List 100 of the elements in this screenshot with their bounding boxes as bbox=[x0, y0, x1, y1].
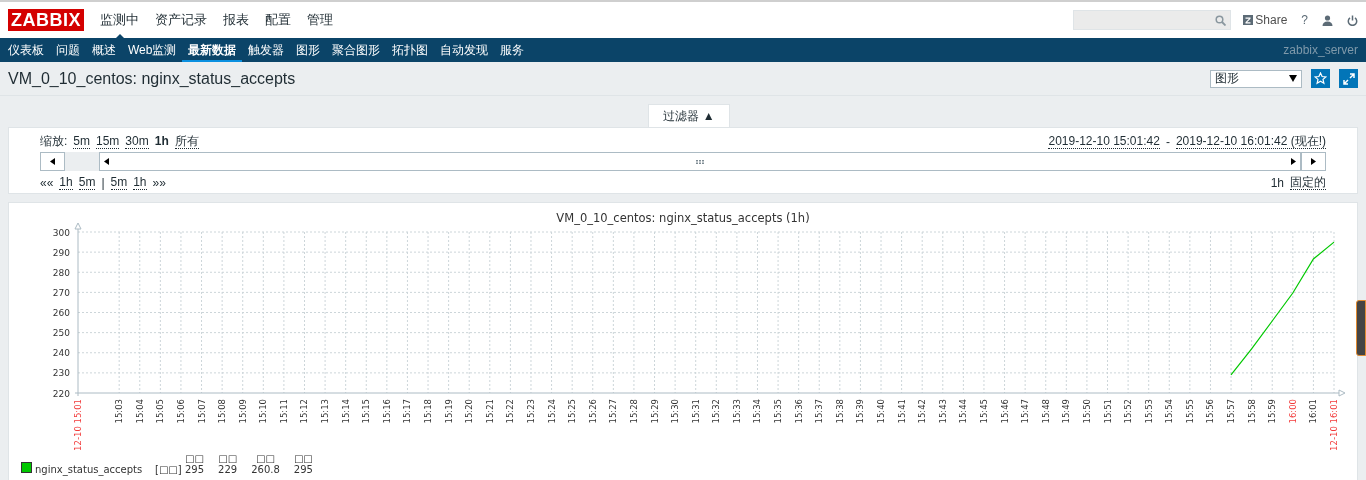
server-name: zabbix_server bbox=[1283, 43, 1358, 57]
stat-header: □□ bbox=[218, 453, 238, 464]
z-logo-icon bbox=[1243, 15, 1254, 25]
subnav-item[interactable]: 仪表板 bbox=[2, 38, 50, 62]
step-back-link[interactable]: 5m bbox=[78, 175, 96, 190]
subnav-item[interactable]: 触发器 bbox=[242, 38, 291, 62]
x-tick-label: 15:10 bbox=[258, 399, 269, 424]
x-tick-label: 15:20 bbox=[464, 399, 475, 424]
stat-value: 229 bbox=[218, 464, 238, 475]
x-tick-label: 15:49 bbox=[1061, 399, 1072, 424]
x-tick-label: 15:16 bbox=[381, 399, 392, 424]
sign-out-button[interactable] bbox=[1347, 14, 1358, 26]
x-tick-label: 15:26 bbox=[587, 399, 598, 424]
zoom-link[interactable]: 所有 bbox=[174, 134, 199, 149]
x-tick-label: 15:46 bbox=[999, 399, 1010, 424]
period-text: 1h bbox=[1270, 175, 1284, 190]
x-tick-label: 15:31 bbox=[690, 399, 701, 424]
x-tick-label: 15:54 bbox=[1164, 399, 1175, 424]
y-tick-label: 290 bbox=[52, 247, 70, 258]
search-field[interactable] bbox=[1073, 10, 1232, 30]
subnav-item[interactable]: 图形 bbox=[290, 38, 327, 62]
x-tick-label: 15:29 bbox=[649, 399, 660, 424]
subnav-item[interactable]: 问题 bbox=[50, 38, 86, 62]
link-divider: | bbox=[101, 175, 105, 190]
x-tick-label: 15:39 bbox=[855, 399, 866, 424]
step-forward-link[interactable]: 1h bbox=[133, 175, 147, 190]
subnav-item[interactable]: 聚合图形 bbox=[326, 38, 387, 62]
x-tick-label: 15:17 bbox=[402, 399, 413, 424]
x-tick-label: 15:48 bbox=[1040, 399, 1051, 424]
stat-header: □□ bbox=[185, 453, 204, 464]
subnav-item[interactable]: 拓扑图 bbox=[386, 38, 435, 62]
menu-item[interactable]: 监测中 bbox=[92, 3, 147, 37]
x-tick-label: 15:55 bbox=[1184, 399, 1195, 424]
x-tick-label: 12-10 16:01 bbox=[1329, 399, 1339, 451]
y-tick-label: 250 bbox=[52, 328, 70, 339]
menu-item[interactable]: 配置 bbox=[257, 3, 299, 37]
stat-header: □□ bbox=[256, 453, 275, 464]
view-select[interactable]: 图形 bbox=[1210, 69, 1302, 88]
user-profile-button[interactable] bbox=[1322, 14, 1333, 26]
menu-item[interactable]: 资产记录 bbox=[147, 3, 215, 37]
x-tick-label: 15:25 bbox=[567, 399, 578, 424]
menu-item[interactable]: 报表 bbox=[215, 3, 257, 37]
range-separator: - bbox=[1165, 134, 1170, 149]
x-tick-label: 15:32 bbox=[711, 399, 722, 424]
y-tick-label: 300 bbox=[52, 227, 70, 238]
favorite-button[interactable] bbox=[1311, 69, 1330, 88]
x-tick-label: 15:06 bbox=[175, 399, 186, 424]
x-tick-label: 15:13 bbox=[320, 399, 331, 424]
x-tick-label: 16:00 bbox=[1287, 399, 1298, 424]
x-tick-label: 15:27 bbox=[608, 399, 619, 424]
forward-link[interactable]: »» bbox=[152, 175, 166, 190]
stat-value: 260.8 bbox=[251, 464, 280, 475]
zoom-link[interactable]: 1h bbox=[154, 134, 169, 149]
share-link[interactable]: Share bbox=[1243, 13, 1288, 27]
zoom-link[interactable]: 30m bbox=[125, 134, 149, 149]
end-time-link[interactable]: 2019-12-10 16:01:42 (现在!) bbox=[1175, 134, 1326, 149]
x-tick-label: 12-10 15:01 bbox=[73, 399, 83, 451]
search-icon bbox=[1215, 14, 1227, 26]
x-tick-label: 15:35 bbox=[773, 399, 784, 424]
x-tick-label: 15:51 bbox=[1102, 399, 1113, 424]
left-arrow-icon bbox=[50, 158, 55, 165]
back-link[interactable]: «« bbox=[40, 175, 54, 190]
subnav-item[interactable]: 概述 bbox=[86, 38, 122, 62]
subnav-item[interactable]: 自动发现 bbox=[434, 38, 495, 62]
scroll-left-button[interactable] bbox=[40, 152, 65, 171]
x-tick-label: 15:05 bbox=[155, 399, 166, 424]
left-arrow-icon bbox=[104, 158, 109, 165]
x-tick-label: 15:07 bbox=[196, 399, 207, 424]
stat-header: □□ bbox=[293, 453, 313, 464]
legend-function: [□□] bbox=[155, 464, 183, 475]
scroll-right-button[interactable] bbox=[1301, 152, 1326, 171]
time-scrollbar[interactable] bbox=[99, 152, 1301, 171]
subnav-item[interactable]: 最新数据 bbox=[182, 38, 243, 62]
step-forward-link[interactable]: 5m bbox=[110, 175, 128, 190]
fullscreen-button[interactable] bbox=[1339, 69, 1358, 88]
subnav-item[interactable]: Web监测 bbox=[122, 38, 183, 62]
x-tick-label: 15:58 bbox=[1246, 399, 1257, 424]
step-back-link[interactable]: 1h bbox=[59, 175, 73, 190]
x-tick-label: 15:22 bbox=[505, 399, 516, 424]
subnav-item[interactable]: 服务 bbox=[494, 38, 531, 62]
x-tick-label: 15:42 bbox=[917, 399, 928, 424]
x-tick-label: 15:41 bbox=[896, 399, 907, 424]
menu-item[interactable]: 管理 bbox=[299, 3, 341, 37]
x-tick-label: 16:01 bbox=[1308, 399, 1319, 424]
x-tick-label: 15:24 bbox=[546, 399, 557, 424]
caret-icon bbox=[1289, 75, 1297, 82]
zoom-link[interactable]: 15m bbox=[96, 134, 120, 149]
x-tick-label: 15:11 bbox=[278, 399, 289, 424]
help-link[interactable]: ? bbox=[1301, 13, 1308, 27]
x-tick-label: 15:59 bbox=[1267, 399, 1278, 424]
filter-tab[interactable]: 过滤器 ▲ bbox=[648, 104, 730, 127]
zabbix-logo[interactable]: ZABBIX bbox=[8, 9, 84, 31]
legend-label: nginx_status_accepts bbox=[35, 464, 144, 475]
zoom-label: 缩放: bbox=[40, 133, 68, 150]
start-time-link[interactable]: 2019-12-10 15:01:42 bbox=[1048, 134, 1160, 149]
x-tick-label: 15:30 bbox=[670, 399, 681, 424]
side-handle[interactable] bbox=[1356, 300, 1366, 356]
zoom-link[interactable]: 5m bbox=[73, 134, 90, 149]
fixed-link[interactable]: 固定的 bbox=[1290, 175, 1326, 190]
x-tick-label: 15:03 bbox=[114, 399, 125, 424]
